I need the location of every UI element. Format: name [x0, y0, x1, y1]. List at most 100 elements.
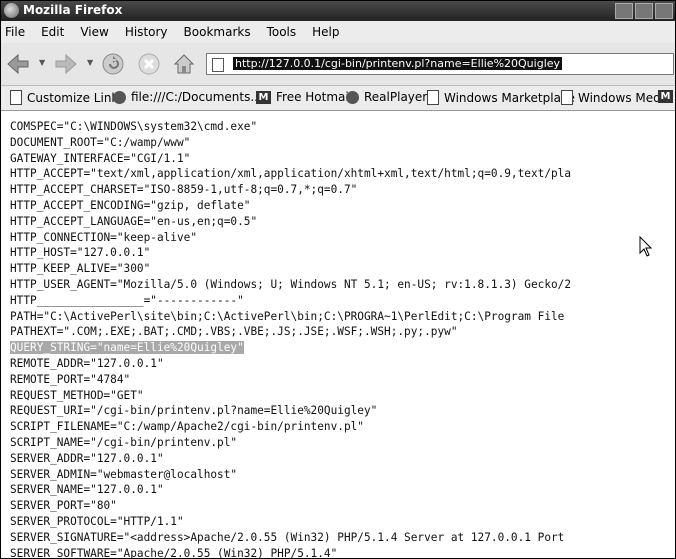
env-line: SERVER_ADMIN="webmaster@localhost" — [10, 467, 571, 483]
bookmark-label: Customize Links — [27, 90, 125, 105]
env-line: SERVER_SIGNATURE="<address>Apache/2.0.55… — [10, 530, 571, 546]
reload-button[interactable] — [100, 51, 126, 77]
env-text: DOCUMENT_ROOT="C:/wamp/www" — [10, 135, 191, 149]
back-button[interactable] — [5, 51, 31, 77]
bookmarks-toolbar: Customize Links file:///C:/Documents... … — [1, 86, 675, 111]
bookmark-msn[interactable]: M — [658, 90, 673, 103]
back-dropdown-icon[interactable]: ▼ — [39, 58, 45, 67]
env-text: HTTP_USER_AGENT="Mozilla/5.0 (Windows; U… — [10, 277, 572, 291]
environment-listing: COMSPEC="C:\WINDOWS\system32\cmd.exe" DOC… — [10, 119, 571, 558]
env-line: SCRIPT_FILENAME="C:/wamp/Apache2/cgi-bin… — [10, 419, 571, 435]
env-line: SERVER_PROTOCOL="HTTP/1.1" — [10, 514, 571, 530]
env-text: PATH="C:\ActivePerl\site\bin;C:\ActivePe… — [10, 309, 565, 323]
home-icon — [173, 54, 195, 74]
env-text: GATEWAY_INTERFACE="CGI/1.1" — [10, 151, 191, 165]
env-line: HTTP_HOST="127.0.0.1" — [10, 245, 571, 261]
menu-edit[interactable]: Edit — [41, 25, 64, 39]
menu-help[interactable]: Help — [312, 25, 339, 39]
stop-button[interactable] — [136, 51, 162, 77]
env-line: REQUEST_URI="/cgi-bin/printenv.pl?name=E… — [10, 403, 571, 419]
env-text: SCRIPT_NAME="/cgi-bin/printenv.pl" — [10, 435, 238, 449]
navigation-toolbar: ▼ ▼ http://127.0.0.1/cgi-bin/printenv.pl… — [1, 43, 675, 86]
selected-env-text: QUERY_STRING="name=Ellie%20Quigley" — [10, 341, 244, 355]
env-text: REQUEST_METHOD="GET" — [10, 388, 144, 402]
msn-icon: M — [658, 90, 673, 103]
env-line: HTTP_ACCEPT_CHARSET="ISO-8859-1,utf-8;q=… — [10, 182, 571, 198]
close-button[interactable] — [655, 3, 673, 19]
env-line: HTTP_ACCEPT_ENCODING="gzip, deflate" — [10, 198, 571, 214]
env-line: PATHEXT=".COM;.EXE;.BAT;.CMD;.VBS;.VBE;.… — [10, 324, 571, 340]
maximize-button[interactable] — [635, 3, 653, 19]
firefox-icon — [4, 3, 19, 18]
page-icon — [427, 90, 439, 105]
minimize-button[interactable] — [615, 3, 633, 19]
env-text: HTTP_KEEP_ALIVE="300" — [10, 262, 151, 276]
menu-history[interactable]: History — [125, 25, 168, 39]
env-text: SERVER_PROTOCOL="HTTP/1.1" — [10, 514, 184, 528]
env-line: COMSPEC="C:\WINDOWS\system32\cmd.exe" — [10, 119, 571, 135]
env-line: SERVER_ADDR="127.0.0.1" — [10, 451, 571, 467]
bookmark-label: Windows Marketplace — [444, 90, 575, 105]
env-text: SCRIPT_FILENAME="C:/wamp/Apache2/cgi-bin… — [10, 420, 364, 434]
bookmark-free-hotmail[interactable]: M Free Hotmail — [256, 90, 352, 104]
browser-window: Mozilla Firefox File Edit View History B… — [0, 0, 676, 559]
forward-button[interactable] — [53, 51, 79, 77]
stop-icon — [138, 53, 160, 75]
env-line: SERVER_PORT="80" — [10, 498, 571, 514]
env-line: HTTP_ACCEPT_LANGUAGE="en-us,en;q=0.5" — [10, 214, 571, 230]
env-text: SERVER_ADMIN="webmaster@localhost" — [10, 467, 238, 481]
env-text: SERVER_NAME="127.0.0.1" — [10, 483, 164, 497]
bookmark-file-documents[interactable]: file:///C:/Documents... — [113, 90, 262, 104]
forward-arrow-icon — [55, 53, 77, 75]
menu-view[interactable]: View — [80, 25, 108, 39]
env-text: REMOTE_PORT="4784" — [10, 372, 131, 386]
menu-file[interactable]: File — [5, 25, 25, 39]
page-icon — [10, 90, 22, 105]
forward-dropdown-icon[interactable]: ▼ — [87, 58, 93, 67]
mouse-cursor-icon — [639, 236, 653, 257]
bookmark-label: RealPlayer — [364, 90, 428, 104]
menu-bar: File Edit View History Bookmarks Tools H… — [1, 21, 675, 43]
window-title: Mozilla Firefox — [23, 3, 123, 17]
env-line: QUERY_STRING="name=Ellie%20Quigley" — [10, 340, 571, 356]
env-line: DOCUMENT_ROOT="C:/wamp/www" — [10, 135, 571, 151]
env-line: HTTP_CONNECTION="keep-alive" — [10, 230, 571, 246]
title-bar: Mozilla Firefox — [1, 1, 675, 21]
back-arrow-icon — [7, 53, 29, 75]
realplayer-icon — [346, 90, 359, 104]
env-text: SERVER_ADDR="127.0.0.1" — [10, 451, 164, 465]
env-line: HTTP_USER_AGENT="Mozilla/5.0 (Windows; U… — [10, 277, 571, 293]
env-text: HTTP_ACCEPT="text/xml,application/xml,ap… — [10, 167, 572, 181]
menu-tools[interactable]: Tools — [267, 25, 297, 39]
env-line: SCRIPT_NAME="/cgi-bin/printenv.pl" — [10, 435, 571, 451]
page-content: COMSPEC="C:\WINDOWS\system32\cmd.exe" DOC… — [1, 111, 675, 558]
reload-icon — [102, 53, 124, 75]
env-text: PATHEXT=".COM;.EXE;.BAT;.CMD;.VBS;.VBE;.… — [10, 325, 458, 339]
env-text: SERVER_SIGNATURE="<address>Apache/2.0.55… — [10, 530, 565, 544]
env-line: REQUEST_METHOD="GET" — [10, 388, 571, 404]
env-text: HTTP_ACCEPT_CHARSET="ISO-8859-1,utf-8;q=… — [10, 183, 358, 197]
env-text: HTTP_ACCEPT_LANGUAGE="en-us,en;q=0.5" — [10, 214, 258, 228]
env-text: REQUEST_URI="/cgi-bin/printenv.pl?name=E… — [10, 404, 378, 418]
env-text: SERVER_PORT="80" — [10, 499, 117, 513]
env-line: GATEWAY_INTERFACE="CGI/1.1" — [10, 151, 571, 167]
env-text: HTTP________________="------------" — [10, 293, 244, 307]
bookmark-windows-media[interactable]: Windows Media — [561, 90, 671, 105]
menu-bookmarks[interactable]: Bookmarks — [184, 25, 251, 39]
file-icon — [113, 90, 126, 104]
bookmark-label: file:///C:/Documents... — [131, 90, 262, 104]
bookmark-customize-links[interactable]: Customize Links — [10, 90, 125, 105]
bookmark-realplayer[interactable]: RealPlayer — [346, 90, 427, 104]
address-bar[interactable]: http://127.0.0.1/cgi-bin/printenv.pl?nam… — [206, 53, 674, 75]
env-text: COMSPEC="C:\WINDOWS\system32\cmd.exe" — [10, 120, 258, 133]
env-line: SERVER_SOFTWARE="Apache/2.0.55 (Win32) P… — [10, 546, 571, 558]
home-button[interactable] — [171, 51, 197, 77]
page-icon — [561, 90, 573, 105]
env-line: HTTP________________="------------" — [10, 293, 571, 309]
bookmark-label: Free Hotmail — [276, 90, 353, 104]
url-text[interactable]: http://127.0.0.1/cgi-bin/printenv.pl?nam… — [233, 57, 563, 70]
env-line: HTTP_ACCEPT="text/xml,application/xml,ap… — [10, 166, 571, 182]
msn-icon: M — [256, 90, 271, 104]
bookmark-windows-marketplace[interactable]: Windows Marketplace — [427, 90, 575, 105]
env-text: SERVER_SOFTWARE="Apache/2.0.55 (Win32) P… — [10, 546, 338, 558]
